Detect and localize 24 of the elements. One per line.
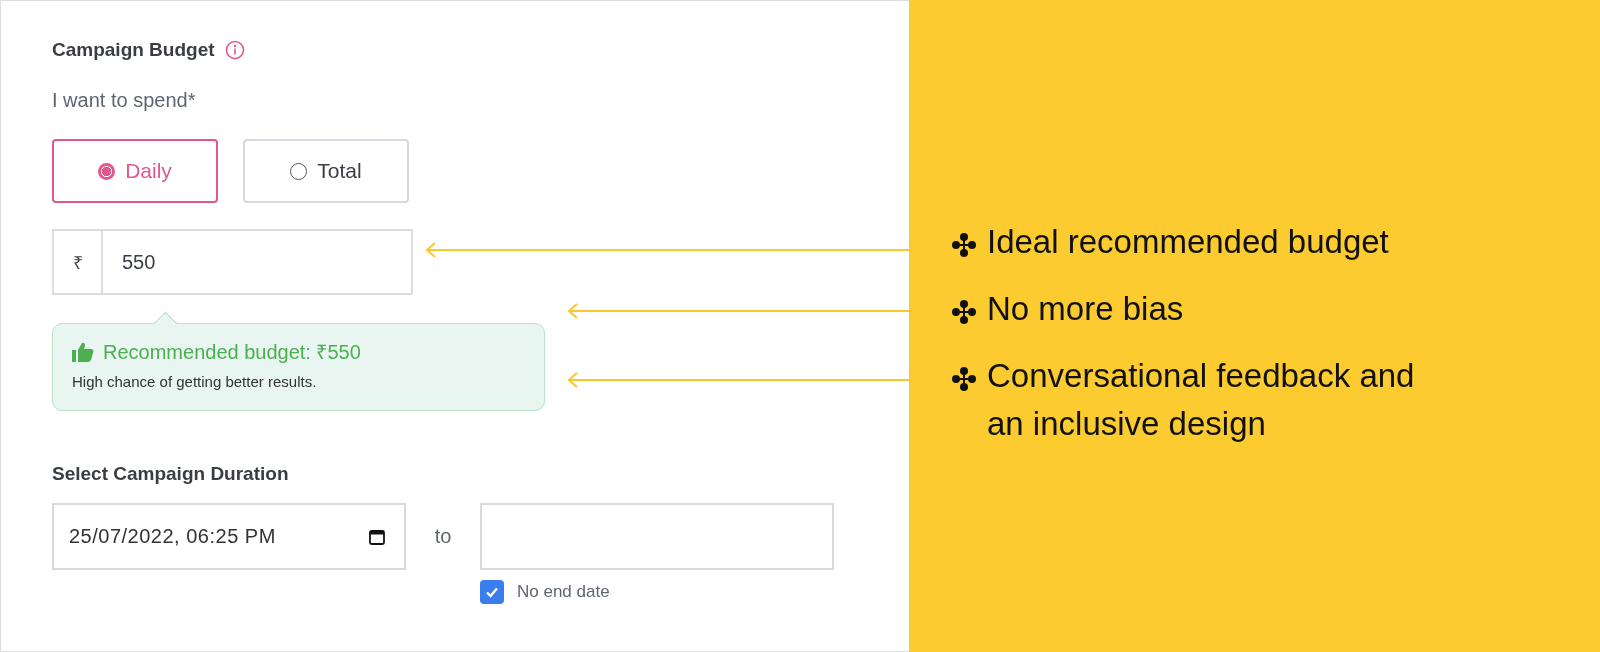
checkbox-label: No end date: [517, 582, 610, 602]
end-date-field[interactable]: [480, 503, 834, 570]
checkbox[interactable]: [480, 580, 504, 604]
bullet-icon: [951, 299, 977, 325]
recommendation-note: High chance of getting better results.: [72, 373, 318, 390]
thumbs-up-icon: [72, 341, 94, 362]
section-title: Campaign Budget: [52, 39, 215, 61]
bullet-icon: [951, 232, 977, 258]
amount-value: 550: [122, 250, 156, 274]
recommendation-title: Recommended budget: ₹550: [103, 340, 361, 365]
info-icon[interactable]: [224, 40, 245, 60]
highlight-text: No more bias: [987, 289, 1185, 329]
calendar-icon[interactable]: [368, 527, 386, 546]
currency-prefix: ₹: [54, 231, 103, 293]
separator-text: to: [433, 524, 453, 549]
start-date-field[interactable]: 25/07/2022, 06:25 PM: [52, 503, 406, 570]
highlight-text: Conversational feedback and an inclusive design: [987, 356, 1416, 444]
radio-option[interactable]: Daily: [52, 139, 218, 203]
section-title: Select Campaign Duration: [52, 463, 290, 485]
field-label: I want to spend*: [52, 89, 197, 112]
radio-option[interactable]: Total: [243, 139, 409, 203]
bullet-icon: [951, 366, 977, 392]
highlight-text: Ideal recommended budget: [987, 222, 1390, 262]
amount-field[interactable]: ₹ 550: [52, 229, 413, 295]
